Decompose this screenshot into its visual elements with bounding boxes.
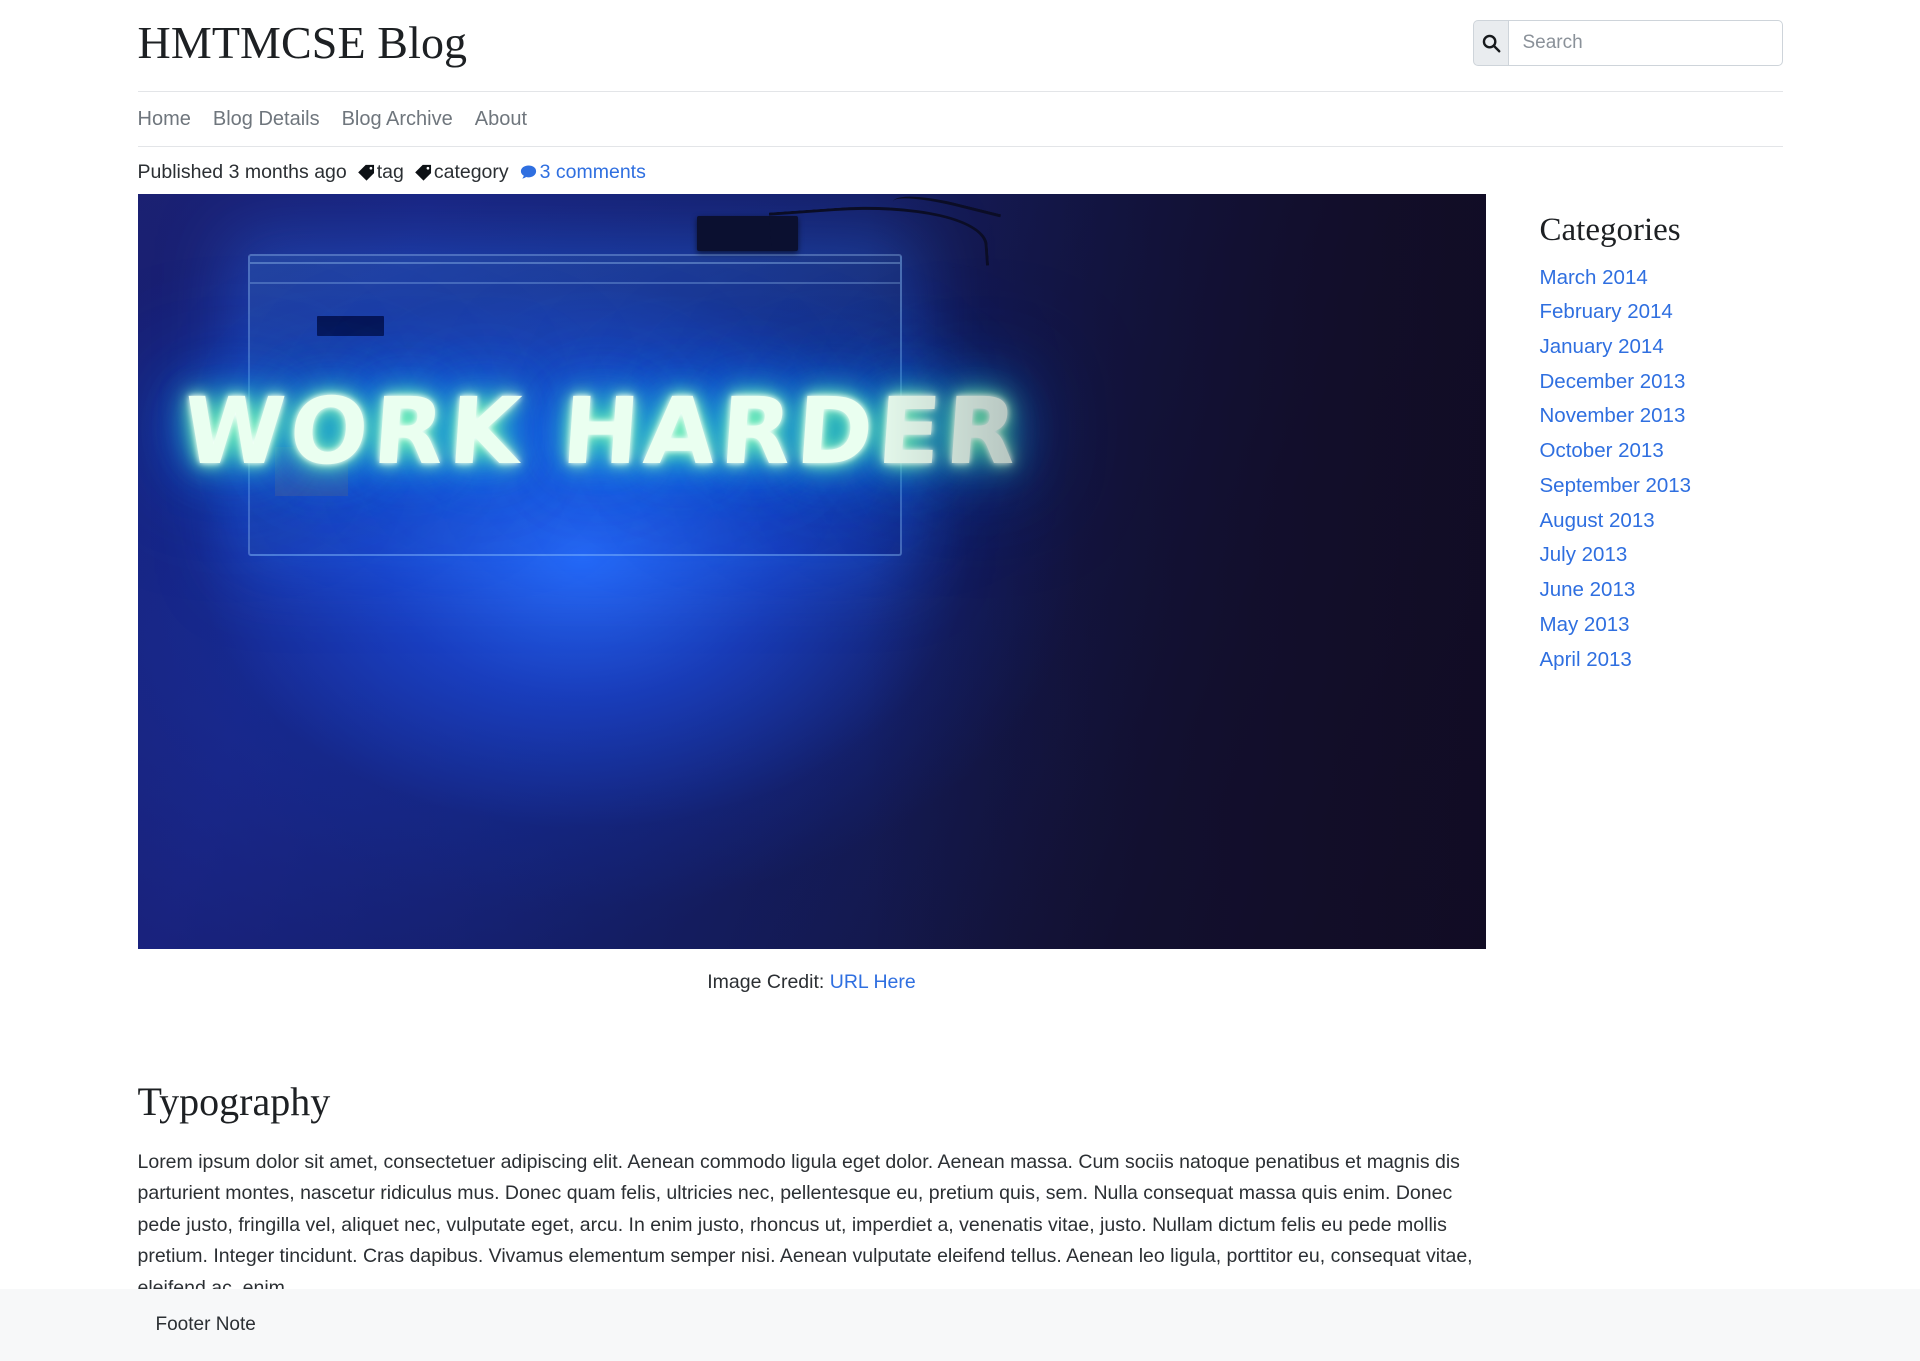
- footer-inner: Footer Note: [138, 1289, 1783, 1361]
- sidebar-item-march-2014[interactable]: March 2014: [1540, 266, 1648, 289]
- search-input[interactable]: [1507, 20, 1783, 67]
- featured-figure: WORK HARDER Image Credit: URL Here: [137, 193, 1486, 994]
- site-header: HMTMCSE Blog: [138, 0, 1783, 91]
- list-item: August 2013: [1540, 506, 1783, 536]
- sidebar-title: Categories: [1539, 211, 1681, 248]
- list-item: July 2013: [1540, 540, 1783, 570]
- sidebar-item-june-2013[interactable]: June 2013: [1540, 578, 1636, 601]
- search-icon[interactable]: [1472, 20, 1508, 67]
- published-date: Published 3 months ago: [137, 160, 347, 183]
- sidebar-item-may-2013[interactable]: May 2013: [1540, 613, 1630, 636]
- nav-item-blog-archive[interactable]: Blog Archive: [342, 105, 469, 133]
- nav-item-blog-details[interactable]: Blog Details: [213, 105, 336, 133]
- content-row: WORK HARDER Image Credit: URL Here Typog…: [137, 193, 1783, 1305]
- page-container: HMTMCSE Blog Home Blog Details Blog Arch…: [137, 0, 1783, 1305]
- sidebar-item-october-2013[interactable]: October 2013: [1540, 439, 1664, 462]
- sidebar: Categories March 2014 February 2014 Janu…: [1486, 194, 1783, 680]
- post-tag[interactable]: tag: [357, 161, 404, 184]
- list-item: March 2014: [1540, 263, 1783, 293]
- comments-link[interactable]: 3 comments: [519, 161, 646, 184]
- sidebar-item-january-2014[interactable]: January 2014: [1540, 335, 1664, 358]
- sidebar-item-december-2013[interactable]: December 2013: [1540, 370, 1686, 393]
- post-category-label: category: [433, 160, 509, 183]
- nav-item-about[interactable]: About: [475, 105, 543, 133]
- list-item: December 2013: [1540, 367, 1783, 397]
- nav-item-home[interactable]: Home: [138, 105, 207, 133]
- section-heading: Typography: [137, 1078, 331, 1124]
- tag-icon: [414, 163, 433, 182]
- image-credit: Image Credit: URL Here: [138, 949, 1486, 994]
- article-paragraph: Lorem ipsum dolor sit amet, consectetuer…: [137, 1150, 1473, 1299]
- list-item: January 2014: [1540, 332, 1783, 362]
- image-credit-prefix: Image Credit:: [707, 970, 825, 993]
- sign-maker-label: [316, 315, 385, 336]
- list-item: May 2013: [1540, 610, 1783, 640]
- list-item: September 2013: [1540, 471, 1783, 501]
- footer-note: Footer Note: [155, 1314, 256, 1335]
- tag-icon: [357, 163, 376, 182]
- category-list: March 2014 February 2014 January 2014 De…: [1540, 263, 1783, 675]
- neon-scene: WORK HARDER: [137, 193, 1486, 949]
- image-credit-link[interactable]: URL Here: [830, 971, 916, 993]
- sidebar-item-april-2013[interactable]: April 2013: [1540, 648, 1632, 671]
- sidebar-item-november-2013[interactable]: November 2013: [1540, 404, 1686, 427]
- post-category[interactable]: category: [414, 161, 509, 184]
- post-tag-label: tag: [376, 160, 404, 183]
- wall-shadow-right: [865, 193, 1486, 949]
- page-root: HMTMCSE Blog Home Blog Details Blog Arch…: [0, 0, 1920, 1361]
- sidebar-item-september-2013[interactable]: September 2013: [1540, 474, 1692, 497]
- list-item: April 2013: [1540, 645, 1783, 675]
- page-title: HMTMCSE Blog: [137, 17, 468, 68]
- main-column: WORK HARDER Image Credit: URL Here Typog…: [137, 193, 1486, 1305]
- search-form[interactable]: [1472, 20, 1783, 67]
- neon-sign-text: WORK HARDER: [179, 377, 1026, 485]
- featured-image: WORK HARDER: [137, 193, 1486, 949]
- comments-label: 3 comments: [539, 160, 646, 183]
- list-item: June 2013: [1540, 575, 1783, 605]
- list-item: November 2013: [1540, 401, 1783, 431]
- sidebar-item-august-2013[interactable]: August 2013: [1540, 509, 1655, 532]
- sidebar-item-february-2014[interactable]: February 2014: [1540, 300, 1673, 323]
- typography-section: Typography Lorem ipsum dolor sit amet, c…: [138, 994, 1486, 1305]
- main-navigation: Home Blog Details Blog Archive About: [137, 90, 1783, 147]
- list-item: February 2014: [1540, 297, 1783, 327]
- sidebar-item-july-2013[interactable]: July 2013: [1540, 543, 1628, 566]
- post-meta: Published 3 months ago tag category 3 co…: [138, 147, 1783, 194]
- list-item: October 2013: [1540, 436, 1783, 466]
- comment-bubble-icon: [519, 163, 538, 182]
- site-footer: Footer Note: [0, 1289, 1920, 1361]
